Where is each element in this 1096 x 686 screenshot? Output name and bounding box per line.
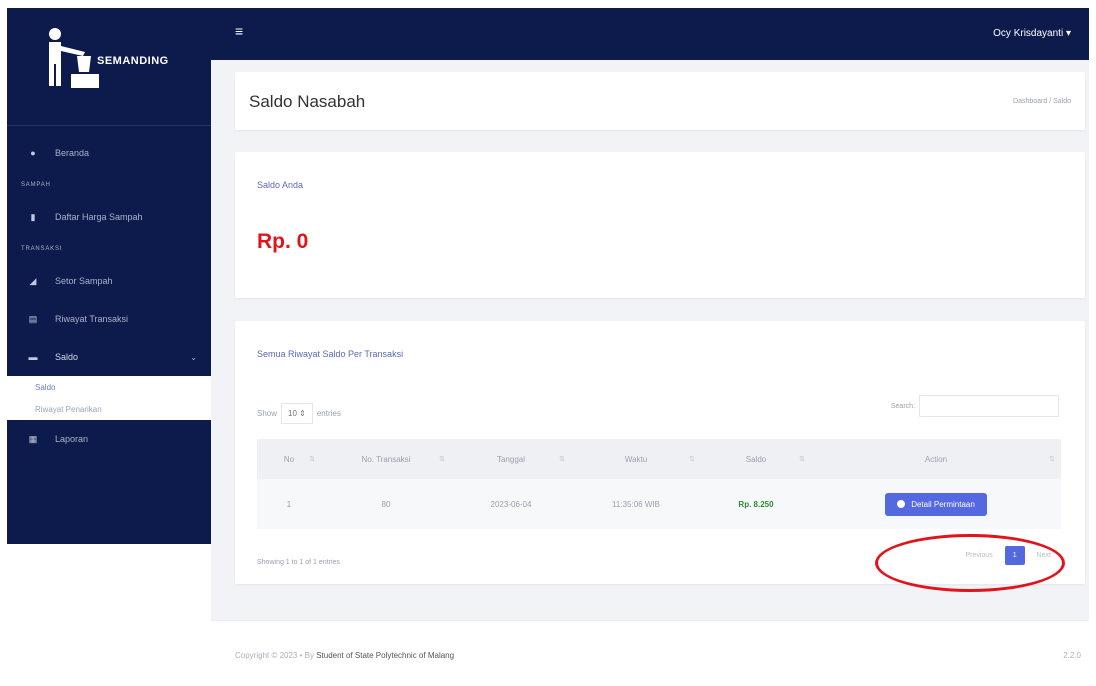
brand-name: SEMANDING — [97, 55, 169, 67]
saldo-value: Rp. 0 — [257, 230, 309, 253]
sidebar-item-saldo[interactable]: ▬ Saldo ⌄ — [7, 338, 211, 376]
main-content: Saldo Nasabah Dashboard / Saldo Saldo An… — [211, 60, 1089, 620]
topbar: ≡ Ocy Krisdayanti ▾ — [211, 8, 1089, 60]
sort-icon: ⇅ — [559, 455, 565, 463]
sidebar-item-laporan[interactable]: ▦ Laporan — [7, 420, 211, 458]
button-label: Detail Permintaan — [911, 499, 975, 509]
sidebar-section-transaksi: TRANSAKSI — [21, 246, 63, 252]
footer-copyright: Copyright © 2023 • By Student of State P… — [235, 651, 454, 660]
caret-down-icon: ▾ — [1065, 28, 1071, 39]
col-label: Waktu — [624, 454, 648, 464]
copyright-text: Copyright © 2023 • By — [235, 651, 314, 660]
entries-value: 10 — [288, 409, 297, 418]
col-label: Tanggal — [496, 454, 526, 464]
table-header-row: No ⇅ No. Transaksi ⇅ Tanggal ⇅ Waktu ⇅ Saldo… — [257, 439, 1061, 479]
col-no[interactable]: No ⇅ — [257, 439, 321, 479]
saldo-label: Saldo Anda — [257, 180, 304, 190]
sidebar: SEMANDING ● Beranda SAMPAH ▮ Daftar Harg… — [7, 8, 211, 544]
sidebar-item-label: Beranda — [55, 148, 90, 158]
entries-label: entries — [316, 409, 341, 418]
col-label: No. Transaksi — [361, 454, 411, 464]
detail-permintaan-button[interactable]: Detail Permintaan — [885, 492, 987, 516]
cell-saldo: Rp. 8.250 — [701, 479, 811, 529]
sidebar-item-beranda[interactable]: ● Beranda — [7, 134, 211, 172]
cell-no-transaksi: 80 — [321, 479, 451, 529]
col-tanggal[interactable]: Tanggal ⇅ — [451, 439, 571, 479]
sidebar-item-daftar-harga[interactable]: ▮ Daftar Harga Sampah — [7, 198, 211, 236]
sidebar-section-sampah: SAMPAH — [21, 182, 51, 188]
saldo-card: Saldo Anda Rp. 0 — [235, 152, 1085, 298]
col-action[interactable]: Action ⇅ — [811, 439, 1061, 479]
receipt-icon: ▤ — [28, 313, 38, 324]
table-row: 1 80 2023-06-04 11:35:06 WIB Rp. 8.250 D… — [257, 479, 1061, 529]
search: Search: — [891, 395, 1059, 417]
show-label: Show — [257, 409, 278, 418]
search-input[interactable] — [919, 395, 1059, 417]
next-button[interactable]: Next — [1029, 546, 1059, 565]
hand-icon: ◢ — [29, 275, 37, 286]
table-info: Showing 1 to 1 of 1 entries — [257, 559, 340, 566]
footer-credit-link[interactable]: Student of State Polytechnic of Malang — [316, 651, 454, 660]
entries-select[interactable]: 10 ⇕ — [281, 403, 313, 424]
cell-tanggal: 2023-06-04 — [451, 479, 571, 529]
sidebar-item-label: Saldo — [55, 352, 79, 362]
sidebar-item-riwayat-transaksi[interactable]: ▤ Riwayat Transaksi — [7, 300, 211, 338]
sort-icon: ⇅ — [689, 455, 695, 463]
table-heading: Semua Riwayat Saldo Per Transaksi — [257, 349, 404, 359]
transaction-table: No ⇅ No. Transaksi ⇅ Tanggal ⇅ Waktu ⇅ Saldo… — [257, 439, 1061, 529]
footer-version: 2.2.0 — [1063, 651, 1081, 660]
col-label: Action — [924, 454, 948, 464]
cell-waktu: 11:35:06 WIB — [571, 479, 701, 529]
sidebar-subitem-saldo[interactable]: Saldo — [7, 376, 211, 398]
search-label: Search: — [890, 402, 915, 410]
cell-no: 1 — [257, 479, 321, 529]
sort-icon: ⇅ — [799, 455, 805, 463]
cell-action: Detail Permintaan — [811, 479, 1061, 529]
sort-icon: ⇅ — [309, 455, 315, 463]
sidebar-nav: ● Beranda SAMPAH ▮ Daftar Harga Sampah T… — [7, 126, 211, 458]
sidebar-item-setor-sampah[interactable]: ◢ Setor Sampah — [7, 262, 211, 300]
col-label: No — [283, 454, 295, 464]
transaction-card: Semua Riwayat Saldo Per Transaksi Show 1… — [235, 321, 1085, 592]
brand[interactable]: SEMANDING — [7, 8, 211, 126]
sidebar-subnav-saldo: Saldo Riwayat Penarikan — [7, 376, 211, 420]
previous-button[interactable]: Previous — [957, 546, 1000, 565]
page-header-card: Saldo Nasabah Dashboard / Saldo — [235, 72, 1085, 130]
col-no-transaksi[interactable]: No. Transaksi ⇅ — [321, 439, 451, 479]
breadcrumb[interactable]: Dashboard / Saldo — [1013, 98, 1071, 105]
col-saldo[interactable]: Saldo ⇅ — [701, 439, 811, 479]
sidebar-subitem-riwayat-penarikan[interactable]: Riwayat Penarikan — [7, 398, 211, 420]
col-waktu[interactable]: Waktu ⇅ — [571, 439, 701, 479]
menu-icon[interactable]: ≡ — [235, 24, 243, 38]
wallet-icon: ▬ — [28, 352, 38, 362]
sort-icon: ⇅ — [1049, 455, 1055, 463]
page-title: Saldo Nasabah — [249, 92, 366, 111]
trash-icon: ▮ — [30, 211, 36, 222]
dashboard-icon: ● — [30, 148, 36, 158]
report-icon: ▦ — [28, 433, 38, 444]
show-entries: Show 10 ⇕ entries — [257, 403, 341, 424]
sidebar-item-label: Daftar Harga Sampah — [55, 212, 143, 222]
user-menu[interactable]: Ocy Krisdayanti ▾ — [993, 28, 1071, 39]
sort-icon: ⇅ — [439, 455, 445, 463]
footer: Copyright © 2023 • By Student of State P… — [211, 620, 1089, 680]
user-name: Ocy Krisdayanti — [993, 28, 1064, 39]
sidebar-item-label: Setor Sampah — [55, 276, 113, 286]
sidebar-item-label: Riwayat Transaksi — [55, 314, 129, 324]
page-button[interactable]: 1 — [1004, 546, 1025, 565]
pagination: Previous 1 Next — [957, 546, 1059, 565]
sidebar-item-label: Laporan — [55, 434, 89, 444]
chevron-down-icon: ⌄ — [190, 352, 197, 362]
col-label: Saldo — [745, 454, 767, 464]
info-icon — [897, 500, 906, 508]
